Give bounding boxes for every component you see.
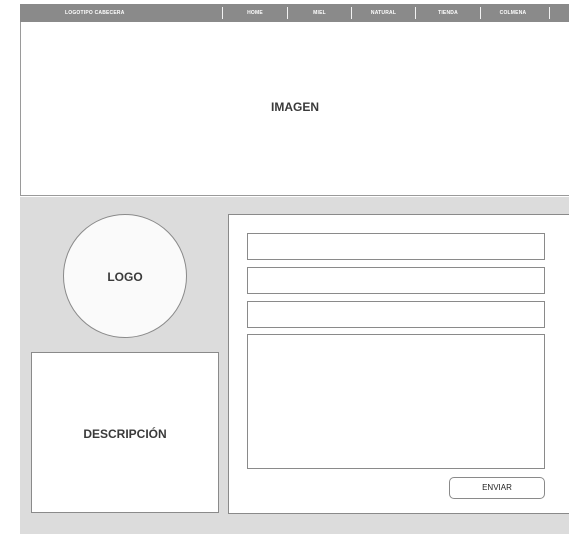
form-field-1[interactable] (247, 233, 545, 260)
logo-label: LOGO (107, 270, 143, 284)
wireframe-page: LOGOTIPO CABECERA HOME MIEL NATURAL TIEN… (0, 0, 569, 534)
contact-form: ENVIAR (228, 214, 569, 514)
nav-item-natural[interactable]: NATURAL (352, 4, 415, 22)
message-textarea[interactable] (247, 334, 545, 469)
hero-image-placeholder: IMAGEN (20, 22, 569, 196)
nav-item-miel[interactable]: MIEL (288, 4, 351, 22)
description-box: DESCRIPCIÓN (31, 352, 219, 513)
send-button[interactable]: ENVIAR (449, 477, 545, 499)
description-label: DESCRIPCIÓN (83, 427, 167, 441)
hero-label: IMAGEN (271, 100, 319, 114)
content-panel: LOGO DESCRIPCIÓN ENVIAR (20, 197, 569, 534)
nav-separator (549, 7, 550, 19)
nav-item-tienda[interactable]: TIENDA (416, 4, 480, 22)
nav-item-colmena[interactable]: COLMENA (481, 4, 545, 22)
form-field-3[interactable] (247, 301, 545, 328)
header-logo-text[interactable]: LOGOTIPO CABECERA (65, 4, 125, 22)
logo-placeholder: LOGO (63, 214, 187, 338)
nav-item-home[interactable]: HOME (223, 4, 287, 22)
top-navigation-bar: LOGOTIPO CABECERA HOME MIEL NATURAL TIEN… (20, 4, 569, 22)
form-field-2[interactable] (247, 267, 545, 294)
